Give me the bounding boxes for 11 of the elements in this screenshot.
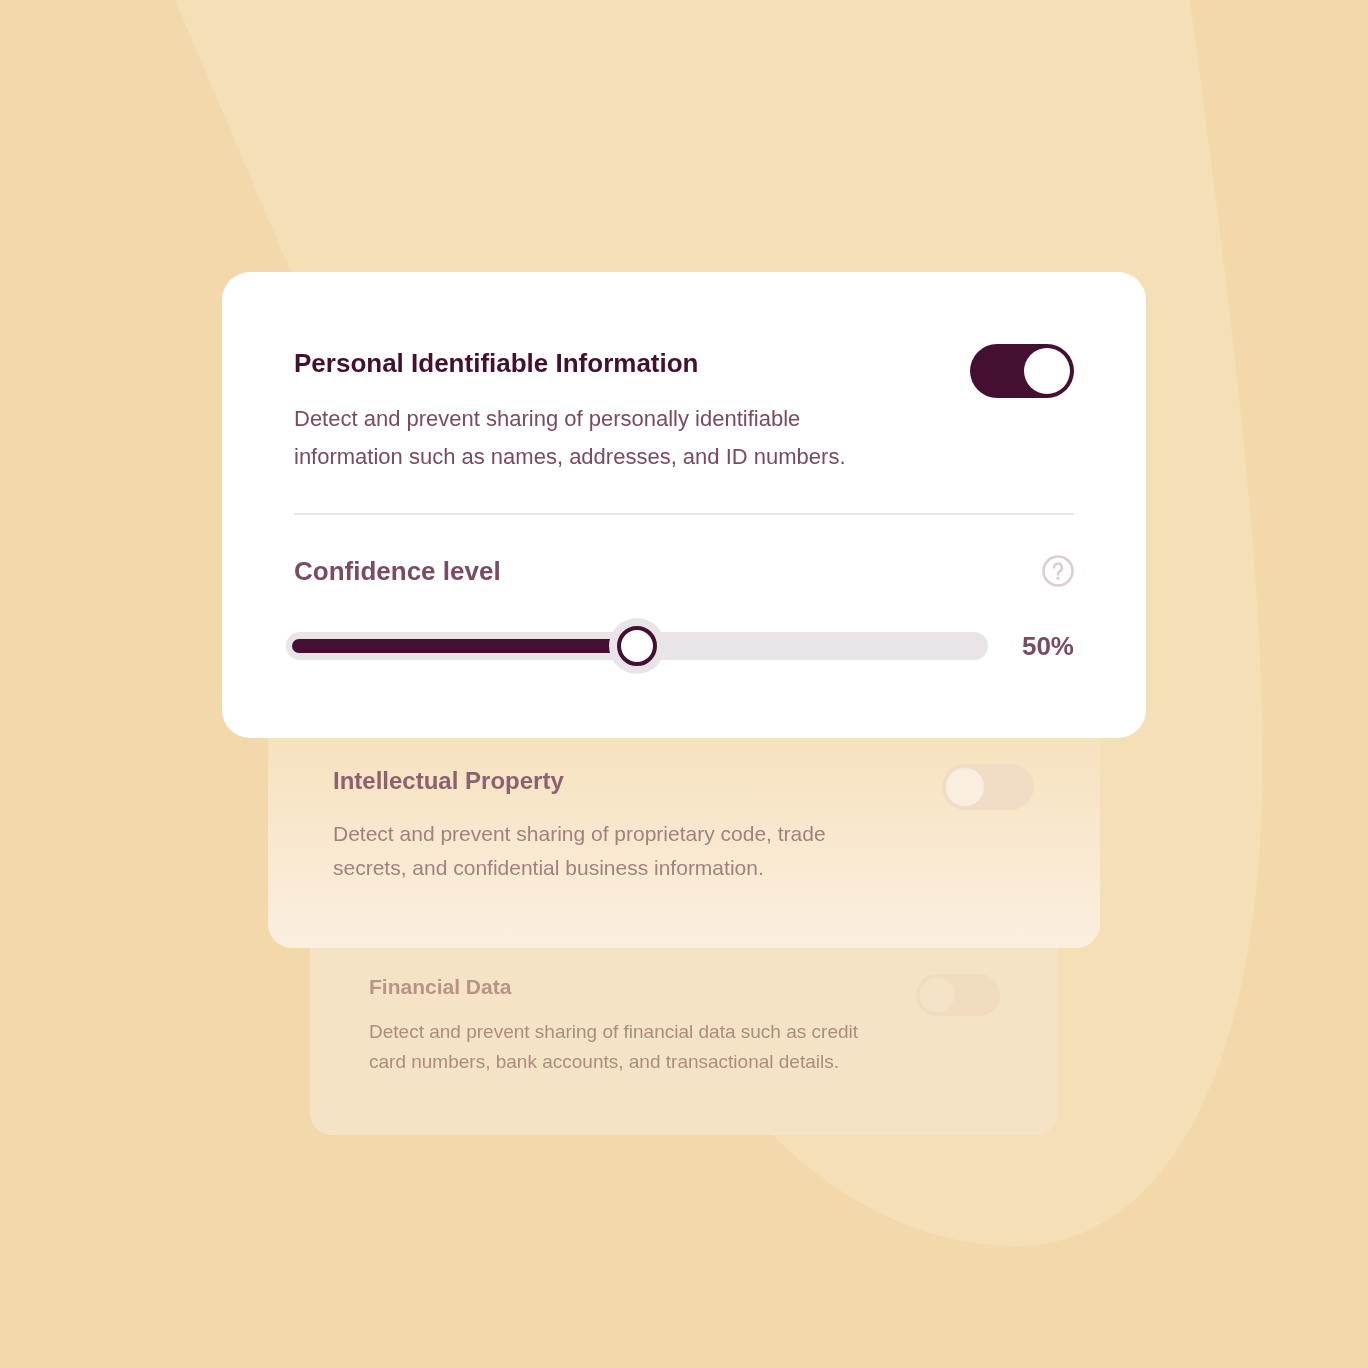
- card-title: Financial Data: [369, 974, 513, 1000]
- card-description: Detect and prevent sharing of personally identifiable information such as names, addresses, and ID numbers.: [294, 405, 847, 471]
- card-description: Detect and prevent sharing of financial data such as credit card numbers, bank accounts, and transactional details.: [369, 1020, 859, 1074]
- card-description: Detect and prevent sharing of proprietary code, trade secrets, and confidential business information.: [333, 821, 827, 881]
- confidence-value: 50%: [1021, 632, 1074, 660]
- toggle-switch[interactable]: [970, 344, 1074, 398]
- toggle-switch[interactable]: [942, 764, 1034, 810]
- card-title: Personal Identifiable Information: [294, 347, 700, 380]
- slider-track[interactable]: [286, 632, 988, 660]
- card-title: Intellectual Property: [333, 767, 565, 795]
- confidence-label: Confidence level: [294, 555, 501, 588]
